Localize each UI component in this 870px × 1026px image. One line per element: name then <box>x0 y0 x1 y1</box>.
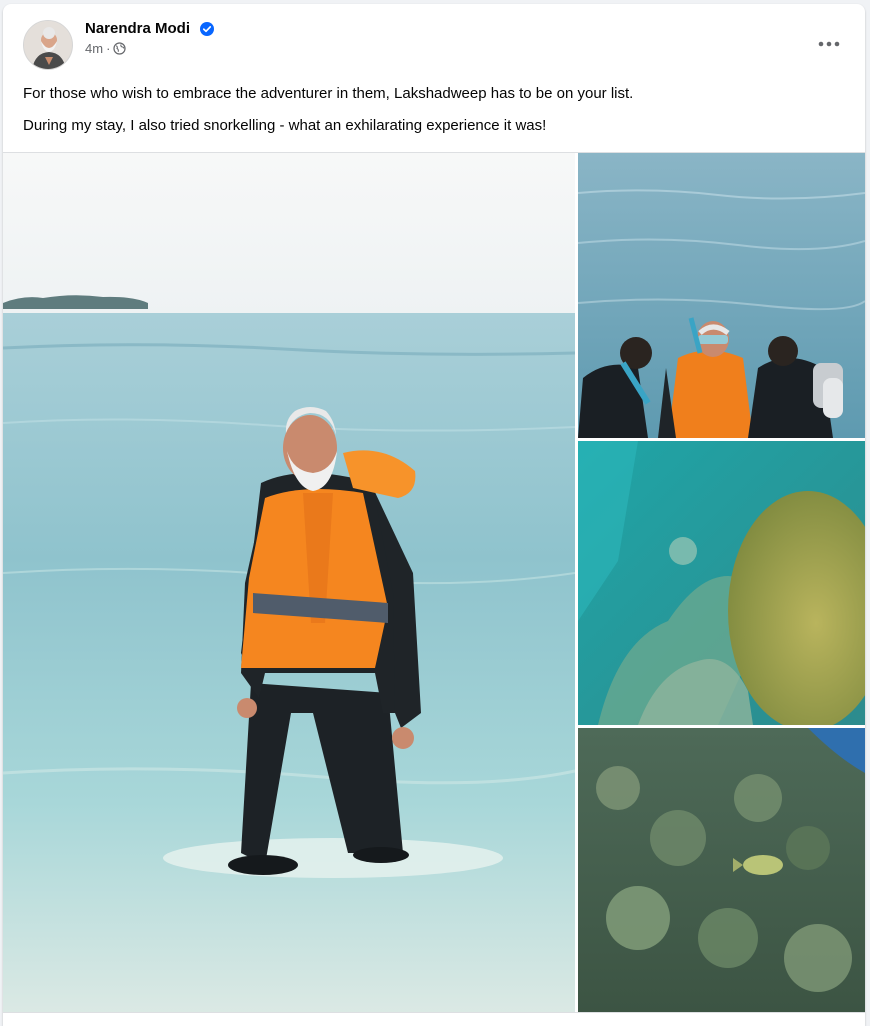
photo-man-in-life-jacket-walking-in-sea[interactable] <box>3 153 575 1013</box>
photo-grid <box>3 152 865 1013</box>
snorkelling-photo-image <box>578 153 865 438</box>
post-meta: 4m · <box>85 41 214 56</box>
photo-underwater-coral[interactable] <box>578 441 865 725</box>
facebook-post: Narendra Modi 4m · For those who wish to… <box>3 4 865 1026</box>
underwater-coral-image <box>578 441 865 725</box>
post-message: For those who wish to embrace the advent… <box>23 84 843 148</box>
photo-coral-reef-with-fish[interactable] <box>578 728 865 1013</box>
avatar-image <box>24 21 72 69</box>
post-footer-divider <box>3 1012 865 1026</box>
main-photo-image <box>3 153 575 1013</box>
verified-badge-icon <box>200 21 215 36</box>
post-header: Narendra Modi 4m · <box>3 4 865 76</box>
author-name[interactable]: Narendra Modi <box>85 20 190 37</box>
photo-snorkelling-with-divers[interactable] <box>578 153 865 438</box>
coral-reef-image <box>578 728 865 1013</box>
more-horizontal-icon <box>818 41 840 47</box>
post-timestamp[interactable]: 4m <box>85 41 103 56</box>
author-info: Narendra Modi 4m · <box>85 20 215 56</box>
more-options-button[interactable] <box>813 28 845 60</box>
author-avatar[interactable] <box>23 20 73 70</box>
post-text-line-2: During my stay, I also tried snorkelling… <box>23 117 547 134</box>
meta-separator: · <box>106 41 111 56</box>
globe-icon[interactable] <box>113 42 127 55</box>
post-text-line-1: For those who wish to embrace the advent… <box>23 85 634 102</box>
